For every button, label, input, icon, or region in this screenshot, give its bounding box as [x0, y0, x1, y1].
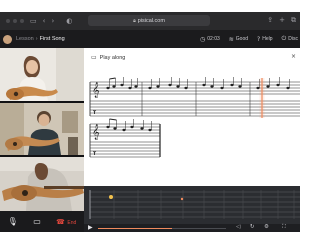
avatar[interactable]	[3, 34, 12, 44]
fret-position-marker	[109, 195, 113, 199]
sheet-music-panel: ▭ Play along × 𝄞 T 𝄞 T	[84, 48, 300, 186]
app-window: ▭ ‹ › ◐ 🔒︎ pisical.com ⇪ + ⧉ Lesson › Fi…	[0, 0, 300, 250]
clock-icon: ◷	[200, 35, 206, 43]
end-call-icon: ☎︎	[56, 218, 65, 226]
progress-track[interactable]	[98, 227, 226, 229]
video-column	[0, 48, 84, 211]
browser-actions: ⇪ + ⧉	[267, 16, 296, 25]
loop-icon[interactable]: ↻	[250, 224, 255, 230]
address-bar[interactable]: 🔒︎ pisical.com	[88, 15, 210, 26]
back-icon[interactable]: ‹	[43, 17, 46, 25]
tabs-icon[interactable]: ⧉	[291, 16, 296, 25]
svg-text:𝄞: 𝄞	[92, 125, 100, 140]
breadcrumb-separator: ›	[35, 36, 38, 42]
treble-clef: 𝄞	[92, 83, 100, 98]
play-icon[interactable]: ▶	[88, 224, 93, 231]
camera-icon[interactable]: ▭	[33, 217, 41, 226]
header-status: ◷ 02:03 ≋ Good ? Help ⏻ Disc	[200, 30, 298, 48]
help-label: Help	[262, 36, 273, 42]
clef-and-notes-2: 𝄞 T	[92, 118, 152, 157]
video-tile-student[interactable]	[0, 103, 84, 155]
lock-icon: 🔒︎	[133, 17, 136, 24]
microphone-icon[interactable]: 🎙︎	[8, 217, 18, 226]
power-icon: ⏻	[281, 35, 287, 42]
guitar-closeup-video	[0, 157, 84, 211]
timer: ◷ 02:03	[200, 36, 220, 43]
window-controls	[6, 19, 24, 23]
wifi-icon: ≋	[228, 35, 234, 43]
disconnect-button[interactable]: ⏻ Disc	[282, 35, 298, 43]
sheet-music: 𝄞 T 𝄞 T	[89, 77, 300, 158]
call-controls: 🎙︎ ▭ ☎︎ End	[0, 211, 84, 232]
close-window-button[interactable]	[6, 19, 10, 23]
connection-text: Good	[235, 36, 249, 42]
connection-status: ≋ Good	[229, 36, 248, 43]
laptop-bezel-bottom	[0, 232, 300, 250]
student-video	[0, 103, 84, 155]
end-call-label: End	[67, 220, 77, 226]
help-icon: ?	[257, 35, 261, 43]
zoom-window-button[interactable]	[20, 19, 24, 23]
disconnect-label: Disc	[288, 36, 298, 42]
end-call-button[interactable]: ☎︎ End	[56, 217, 76, 226]
minimize-window-button[interactable]	[13, 19, 17, 23]
fullscreen-icon[interactable]: ⛶	[282, 224, 286, 231]
share-icon[interactable]: ⇪	[267, 16, 273, 25]
help-button[interactable]: ? Help	[257, 36, 272, 43]
breadcrumb-parent[interactable]: Lesson	[16, 36, 34, 42]
fretboard[interactable]	[84, 186, 300, 224]
progress-fill	[98, 227, 173, 229]
video-tile-teacher[interactable]	[0, 48, 84, 101]
fretboard-panel	[84, 186, 300, 224]
teacher-video	[0, 48, 84, 101]
settings-icon[interactable]: ⚙	[264, 224, 269, 230]
volume-icon[interactable]: ◁	[236, 224, 240, 230]
timer-text: 02:03	[207, 36, 220, 42]
address-text: pisical.com	[137, 17, 165, 24]
playback-toolbar: ▶ ◁ ↻ ⚙ ⛶	[84, 224, 300, 232]
new-tab-icon[interactable]: +	[279, 16, 285, 25]
breadcrumb-current: First Song	[39, 36, 65, 42]
shield-icon[interactable]: ◐	[66, 17, 72, 25]
forward-icon[interactable]: ›	[51, 17, 54, 25]
sidebar-icon[interactable]: ▭	[30, 17, 37, 25]
video-tile-guitar-closeup[interactable]	[0, 157, 84, 211]
app-header: Lesson › First Song ◷ 02:03 ≋ Good ? Hel…	[0, 30, 300, 48]
browser-toolbar: ▭ ‹ › ◐ 🔒︎ pisical.com ⇪ + ⧉	[0, 12, 300, 30]
